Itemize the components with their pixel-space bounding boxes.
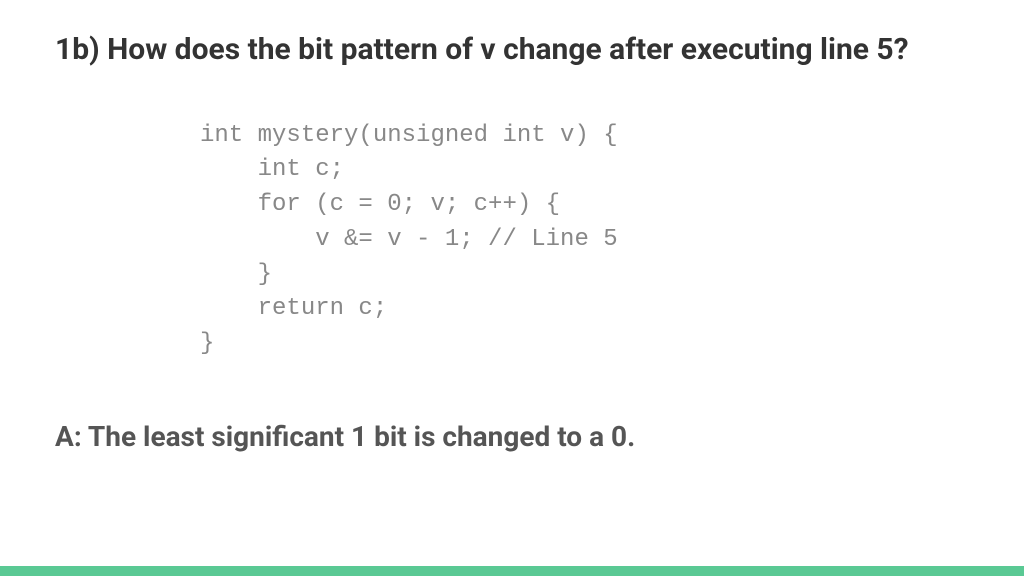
slide-content: 1b) How does the bit pattern of v change…	[0, 0, 1024, 456]
code-block: int mystery(unsigned int v) { int c; for…	[200, 119, 969, 363]
question-heading: 1b) How does the bit pattern of v change…	[55, 30, 969, 71]
accent-bottom-bar	[0, 566, 1024, 576]
answer-text: A: The least significant 1 bit is change…	[55, 418, 969, 456]
